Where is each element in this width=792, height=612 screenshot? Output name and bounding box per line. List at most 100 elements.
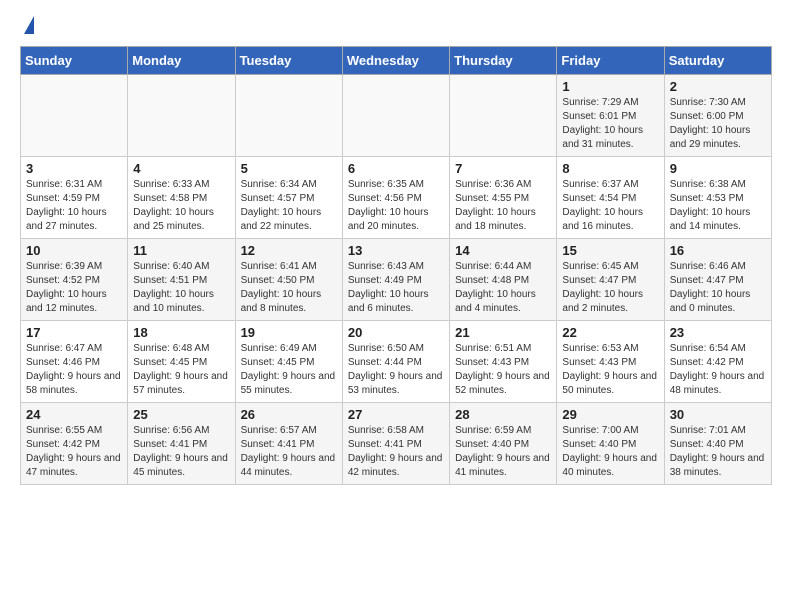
header-sunday: Sunday: [21, 47, 128, 75]
calendar-cell: 16 Sunrise: 6:46 AM Sunset: 4:47 PM Dayli…: [664, 239, 771, 321]
day-info: Sunrise: 7:29 AM Sunset: 6:01 PM Dayligh…: [562, 96, 658, 152]
logo: [20, 16, 34, 36]
day-number: 29: [562, 407, 658, 422]
header-friday: Friday: [557, 47, 664, 75]
day-info: Sunrise: 6:55 AM Sunset: 4:42 PM Dayligh…: [26, 424, 122, 480]
calendar-cell: [235, 75, 342, 157]
calendar-cell: 19 Sunrise: 6:49 AM Sunset: 4:45 PM Dayli…: [235, 321, 342, 403]
day-info: Sunrise: 6:57 AM Sunset: 4:41 PM Dayligh…: [241, 424, 337, 480]
day-info: Sunrise: 6:36 AM Sunset: 4:55 PM Dayligh…: [455, 178, 551, 234]
day-info: Sunrise: 6:54 AM Sunset: 4:42 PM Dayligh…: [670, 342, 766, 398]
calendar-cell: 8 Sunrise: 6:37 AM Sunset: 4:54 PM Daylig…: [557, 157, 664, 239]
calendar-cell: 27 Sunrise: 6:58 AM Sunset: 4:41 PM Dayli…: [342, 403, 449, 485]
calendar-cell: 25 Sunrise: 6:56 AM Sunset: 4:41 PM Dayli…: [128, 403, 235, 485]
day-info: Sunrise: 6:40 AM Sunset: 4:51 PM Dayligh…: [133, 260, 229, 316]
day-number: 8: [562, 161, 658, 176]
day-number: 12: [241, 243, 337, 258]
day-number: 3: [26, 161, 122, 176]
header-tuesday: Tuesday: [235, 47, 342, 75]
day-info: Sunrise: 6:56 AM Sunset: 4:41 PM Dayligh…: [133, 424, 229, 480]
calendar-cell: 15Sunrise: 6:45 AM Sunset: 4:47 PM Dayli…: [557, 239, 664, 321]
day-number: 5: [241, 161, 337, 176]
calendar-cell: 29 Sunrise: 7:00 AM Sunset: 4:40 PM Dayli…: [557, 403, 664, 485]
calendar-cell: 9Sunrise: 6:38 AM Sunset: 4:53 PM Daylig…: [664, 157, 771, 239]
day-number: 30: [670, 407, 766, 422]
day-number: 27: [348, 407, 444, 422]
day-info: Sunrise: 6:31 AM Sunset: 4:59 PM Dayligh…: [26, 178, 122, 234]
calendar-table: SundayMondayTuesdayWednesdayThursdayFrid…: [20, 46, 772, 485]
day-info: Sunrise: 7:30 AM Sunset: 6:00 PM Dayligh…: [670, 96, 766, 152]
day-info: Sunrise: 6:48 AM Sunset: 4:45 PM Dayligh…: [133, 342, 229, 398]
day-number: 6: [348, 161, 444, 176]
day-info: Sunrise: 6:43 AM Sunset: 4:49 PM Dayligh…: [348, 260, 444, 316]
header-saturday: Saturday: [664, 47, 771, 75]
day-info: Sunrise: 6:38 AM Sunset: 4:53 PM Dayligh…: [670, 178, 766, 234]
calendar-cell: 12 Sunrise: 6:41 AM Sunset: 4:50 PM Dayli…: [235, 239, 342, 321]
calendar-header-row: SundayMondayTuesdayWednesdayThursdayFrid…: [21, 47, 772, 75]
calendar-cell: 10 Sunrise: 6:39 AM Sunset: 4:52 PM Dayli…: [21, 239, 128, 321]
calendar-cell: 6Sunrise: 6:35 AM Sunset: 4:56 PM Daylig…: [342, 157, 449, 239]
calendar-cell: 3 Sunrise: 6:31 AM Sunset: 4:59 PM Daylig…: [21, 157, 128, 239]
day-number: 11: [133, 243, 229, 258]
calendar-cell: 7 Sunrise: 6:36 AM Sunset: 4:55 PM Daylig…: [450, 157, 557, 239]
day-info: Sunrise: 6:33 AM Sunset: 4:58 PM Dayligh…: [133, 178, 229, 234]
calendar-cell: 17 Sunrise: 6:47 AM Sunset: 4:46 PM Dayli…: [21, 321, 128, 403]
day-number: 28: [455, 407, 551, 422]
day-number: 16: [670, 243, 766, 258]
day-info: Sunrise: 6:59 AM Sunset: 4:40 PM Dayligh…: [455, 424, 551, 480]
day-number: 10: [26, 243, 122, 258]
day-number: 23: [670, 325, 766, 340]
day-number: 22: [562, 325, 658, 340]
day-number: 17: [26, 325, 122, 340]
header-thursday: Thursday: [450, 47, 557, 75]
day-number: 18: [133, 325, 229, 340]
day-number: 25: [133, 407, 229, 422]
day-number: 26: [241, 407, 337, 422]
day-number: 4: [133, 161, 229, 176]
day-info: Sunrise: 6:49 AM Sunset: 4:45 PM Dayligh…: [241, 342, 337, 398]
day-info: Sunrise: 7:00 AM Sunset: 4:40 PM Dayligh…: [562, 424, 658, 480]
week-row-0: 1Sunrise: 7:29 AM Sunset: 6:01 PM Daylig…: [21, 75, 772, 157]
day-info: Sunrise: 6:44 AM Sunset: 4:48 PM Dayligh…: [455, 260, 551, 316]
day-info: Sunrise: 6:39 AM Sunset: 4:52 PM Dayligh…: [26, 260, 122, 316]
day-info: Sunrise: 6:46 AM Sunset: 4:47 PM Dayligh…: [670, 260, 766, 316]
day-number: 24: [26, 407, 122, 422]
calendar-cell: 18 Sunrise: 6:48 AM Sunset: 4:45 PM Dayli…: [128, 321, 235, 403]
logo-triangle-icon: [24, 16, 34, 34]
calendar-cell: 22 Sunrise: 6:53 AM Sunset: 4:43 PM Dayli…: [557, 321, 664, 403]
day-info: Sunrise: 6:58 AM Sunset: 4:41 PM Dayligh…: [348, 424, 444, 480]
calendar-cell: 1Sunrise: 7:29 AM Sunset: 6:01 PM Daylig…: [557, 75, 664, 157]
header-monday: Monday: [128, 47, 235, 75]
day-number: 14: [455, 243, 551, 258]
calendar-cell: 4 Sunrise: 6:33 AM Sunset: 4:58 PM Daylig…: [128, 157, 235, 239]
header: [20, 16, 772, 36]
day-number: 7: [455, 161, 551, 176]
day-info: Sunrise: 6:37 AM Sunset: 4:54 PM Dayligh…: [562, 178, 658, 234]
day-number: 13: [348, 243, 444, 258]
day-number: 19: [241, 325, 337, 340]
day-info: Sunrise: 6:50 AM Sunset: 4:44 PM Dayligh…: [348, 342, 444, 398]
calendar-cell: 30Sunrise: 7:01 AM Sunset: 4:40 PM Dayli…: [664, 403, 771, 485]
day-number: 20: [348, 325, 444, 340]
calendar-cell: 13 Sunrise: 6:43 AM Sunset: 4:49 PM Dayli…: [342, 239, 449, 321]
calendar-cell: 5 Sunrise: 6:34 AM Sunset: 4:57 PM Daylig…: [235, 157, 342, 239]
day-info: Sunrise: 6:53 AM Sunset: 4:43 PM Dayligh…: [562, 342, 658, 398]
calendar-cell: [450, 75, 557, 157]
calendar-cell: 11 Sunrise: 6:40 AM Sunset: 4:51 PM Dayli…: [128, 239, 235, 321]
week-row-3: 17 Sunrise: 6:47 AM Sunset: 4:46 PM Dayli…: [21, 321, 772, 403]
calendar-cell: 20 Sunrise: 6:50 AM Sunset: 4:44 PM Dayli…: [342, 321, 449, 403]
week-row-1: 3 Sunrise: 6:31 AM Sunset: 4:59 PM Daylig…: [21, 157, 772, 239]
day-info: Sunrise: 6:51 AM Sunset: 4:43 PM Dayligh…: [455, 342, 551, 398]
calendar-cell: 2 Sunrise: 7:30 AM Sunset: 6:00 PM Daylig…: [664, 75, 771, 157]
header-wednesday: Wednesday: [342, 47, 449, 75]
calendar-cell: 21Sunrise: 6:51 AM Sunset: 4:43 PM Dayli…: [450, 321, 557, 403]
calendar-cell: [342, 75, 449, 157]
day-info: Sunrise: 6:34 AM Sunset: 4:57 PM Dayligh…: [241, 178, 337, 234]
day-info: Sunrise: 6:41 AM Sunset: 4:50 PM Dayligh…: [241, 260, 337, 316]
day-info: Sunrise: 6:47 AM Sunset: 4:46 PM Dayligh…: [26, 342, 122, 398]
calendar-cell: [21, 75, 128, 157]
calendar-cell: 14 Sunrise: 6:44 AM Sunset: 4:48 PM Dayli…: [450, 239, 557, 321]
day-number: 2: [670, 79, 766, 94]
calendar-cell: 24 Sunrise: 6:55 AM Sunset: 4:42 PM Dayli…: [21, 403, 128, 485]
calendar-cell: 26 Sunrise: 6:57 AM Sunset: 4:41 PM Dayli…: [235, 403, 342, 485]
